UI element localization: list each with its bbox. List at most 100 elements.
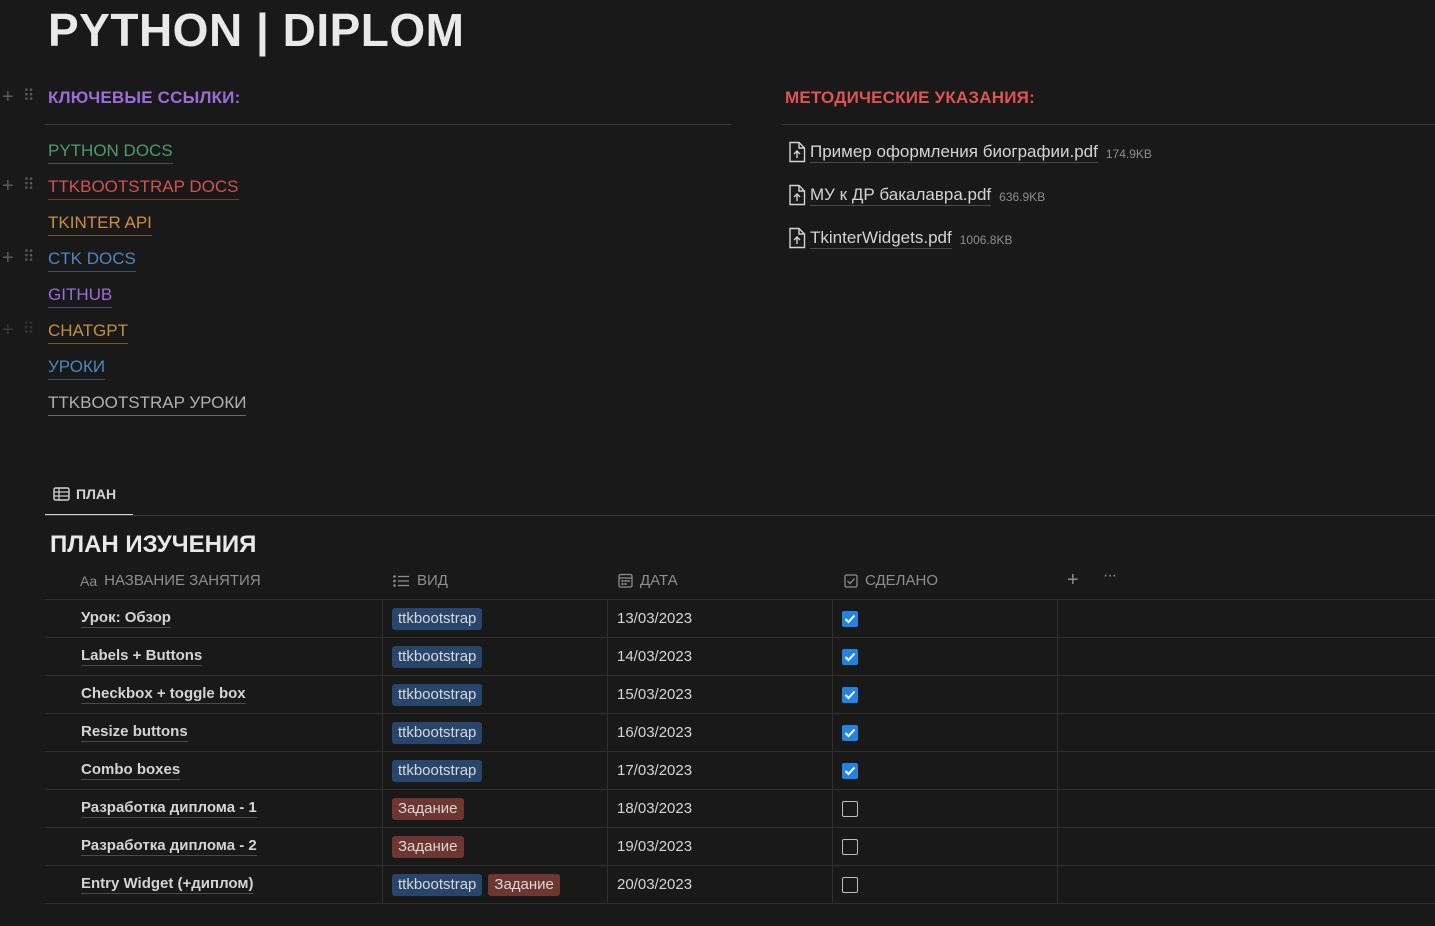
file-name[interactable]: Пример оформления биографии.pdf: [810, 142, 1098, 163]
done-checkbox[interactable]: [842, 648, 858, 665]
add-column-icon[interactable]: +: [1067, 569, 1079, 592]
column-label: ВИД: [417, 572, 448, 589]
done-cell[interactable]: [842, 866, 1056, 903]
type-cell[interactable]: ttkbootstrap Задание: [392, 866, 606, 903]
done-checkbox[interactable]: [842, 838, 858, 855]
link-3[interactable]: CTK DOCS: [48, 248, 136, 272]
row-title[interactable]: Разработка диплома - 1: [81, 790, 381, 827]
date-cell[interactable]: 13/03/2023: [617, 600, 831, 637]
row-title[interactable]: Labels + Buttons: [81, 638, 381, 675]
row-title[interactable]: Урок: Обзор: [81, 600, 381, 637]
block-handle[interactable]: + ⠿: [2, 247, 42, 269]
database-title[interactable]: ПЛАН ИЗУЧЕНИЯ: [50, 530, 256, 560]
tag[interactable]: ttkbootstrap: [392, 607, 483, 630]
column-header-done[interactable]: СДЕЛАНО: [844, 562, 938, 599]
file-name[interactable]: TkinterWidgets.pdf: [810, 228, 952, 249]
table-row[interactable]: Урок: Обзор ttkbootstrap 13/03/2023: [45, 600, 1435, 638]
table-row[interactable]: Разработка диплома - 2 Задание 19/03/2023: [45, 828, 1435, 866]
done-cell[interactable]: [842, 676, 1056, 713]
row-title[interactable]: Combo boxes: [81, 752, 381, 789]
done-cell[interactable]: [842, 790, 1056, 827]
more-options-icon[interactable]: ···: [1103, 567, 1117, 585]
tag[interactable]: ttkbootstrap: [392, 645, 483, 668]
table-row[interactable]: Combo boxes ttkbootstrap 17/03/2023: [45, 752, 1435, 790]
block-handle[interactable]: + ⠿: [2, 175, 42, 197]
row-title-text[interactable]: Разработка диплома - 2: [81, 837, 257, 856]
row-title-text[interactable]: Entry Widget (+диплом): [81, 875, 254, 894]
done-checkbox[interactable]: [842, 724, 858, 741]
table-row[interactable]: Разработка диплома - 1 Задание 18/03/2023: [45, 790, 1435, 828]
link-2[interactable]: TKINTER API: [48, 212, 152, 236]
type-cell[interactable]: ttkbootstrap: [392, 600, 606, 637]
add-block-icon[interactable]: +: [2, 248, 14, 268]
row-title-text[interactable]: Resize buttons: [81, 723, 188, 742]
date-cell[interactable]: 17/03/2023: [617, 752, 831, 789]
type-cell[interactable]: Задание: [392, 790, 606, 827]
row-title-text[interactable]: Labels + Buttons: [81, 647, 203, 666]
date-cell[interactable]: 15/03/2023: [617, 676, 831, 713]
date-cell[interactable]: 18/03/2023: [617, 790, 831, 827]
row-title-text[interactable]: Checkbox + toggle box: [81, 685, 246, 704]
table-row[interactable]: Labels + Buttons ttkbootstrap 14/03/2023: [45, 638, 1435, 676]
row-title[interactable]: Resize buttons: [81, 714, 381, 751]
tag[interactable]: ttkbootstrap: [392, 873, 483, 896]
file-name[interactable]: МУ к ДР бакалавра.pdf: [810, 185, 992, 206]
block-handle[interactable]: + ⠿: [2, 319, 42, 341]
drag-handle-icon[interactable]: ⠿: [23, 250, 35, 266]
tag[interactable]: ttkbootstrap: [392, 759, 483, 782]
file-attachment[interactable]: Пример оформления биографии.pdf 174.9KB: [788, 141, 1152, 163]
done-cell[interactable]: [842, 714, 1056, 751]
tag[interactable]: Задание: [392, 797, 464, 820]
type-cell[interactable]: ttkbootstrap: [392, 638, 606, 675]
link-4[interactable]: GITHUB: [48, 284, 113, 308]
row-title-text[interactable]: Разработка диплома - 1: [81, 799, 257, 818]
type-cell[interactable]: Задание: [392, 828, 606, 865]
link-0[interactable]: PYTHON DOCS: [48, 140, 173, 164]
tab-plan[interactable]: ПЛАН: [45, 474, 133, 516]
link-6[interactable]: УРОКИ: [48, 356, 106, 380]
file-attachment[interactable]: TkinterWidgets.pdf 1006.8KB: [788, 227, 1012, 249]
table-row[interactable]: Resize buttons ttkbootstrap 16/03/2023: [45, 714, 1435, 752]
type-cell[interactable]: ttkbootstrap: [392, 752, 606, 789]
date-cell[interactable]: 19/03/2023: [617, 828, 831, 865]
link-5[interactable]: CHATGPT: [48, 320, 128, 344]
file-attachment[interactable]: МУ к ДР бакалавра.pdf 636.9KB: [788, 184, 1045, 206]
link-1[interactable]: TTKBOOTSTRAP DOCS: [48, 176, 239, 200]
type-cell[interactable]: ttkbootstrap: [392, 676, 606, 713]
add-block-icon[interactable]: +: [2, 320, 14, 340]
done-cell[interactable]: [842, 828, 1056, 865]
table-row[interactable]: Entry Widget (+диплом) ttkbootstrap Задани…: [45, 866, 1435, 904]
drag-handle-icon[interactable]: ⠿: [23, 322, 35, 338]
column-header-name[interactable]: Aa НАЗВАНИЕ ЗАНЯТИЯ: [80, 562, 261, 599]
tag[interactable]: ttkbootstrap: [392, 721, 483, 744]
add-block-icon[interactable]: +: [2, 87, 14, 107]
done-cell[interactable]: [842, 752, 1056, 789]
add-block-icon[interactable]: +: [2, 176, 14, 196]
row-title[interactable]: Разработка диплома - 2: [81, 828, 381, 865]
table-row[interactable]: Checkbox + toggle box ttkbootstrap 15/03/2…: [45, 676, 1435, 714]
date-cell[interactable]: 14/03/2023: [617, 638, 831, 675]
done-cell[interactable]: [842, 638, 1056, 675]
tag[interactable]: Задание: [392, 835, 464, 858]
tag[interactable]: Задание: [488, 873, 560, 896]
done-checkbox[interactable]: [842, 800, 858, 817]
done-checkbox[interactable]: [842, 610, 858, 627]
row-title-text[interactable]: Урок: Обзор: [81, 609, 171, 628]
type-cell[interactable]: ttkbootstrap: [392, 714, 606, 751]
column-header-type[interactable]: ВИД: [393, 562, 448, 599]
row-title-text[interactable]: Combo boxes: [81, 761, 181, 780]
tag[interactable]: ttkbootstrap: [392, 683, 483, 706]
link-7[interactable]: TTKBOOTSTRAP УРОКИ: [48, 392, 247, 416]
done-checkbox[interactable]: [842, 686, 858, 703]
done-cell[interactable]: [842, 600, 1056, 637]
block-handle[interactable]: + ⠿: [2, 86, 42, 108]
done-checkbox[interactable]: [842, 876, 858, 893]
drag-handle-icon[interactable]: ⠿: [23, 178, 35, 194]
row-title[interactable]: Checkbox + toggle box: [81, 676, 381, 713]
column-header-date[interactable]: ДАТА: [618, 562, 678, 599]
drag-handle-icon[interactable]: ⠿: [23, 89, 35, 105]
date-cell[interactable]: 16/03/2023: [617, 714, 831, 751]
date-cell[interactable]: 20/03/2023: [617, 866, 831, 903]
done-checkbox[interactable]: [842, 762, 858, 779]
row-title[interactable]: Entry Widget (+диплом): [81, 866, 381, 903]
